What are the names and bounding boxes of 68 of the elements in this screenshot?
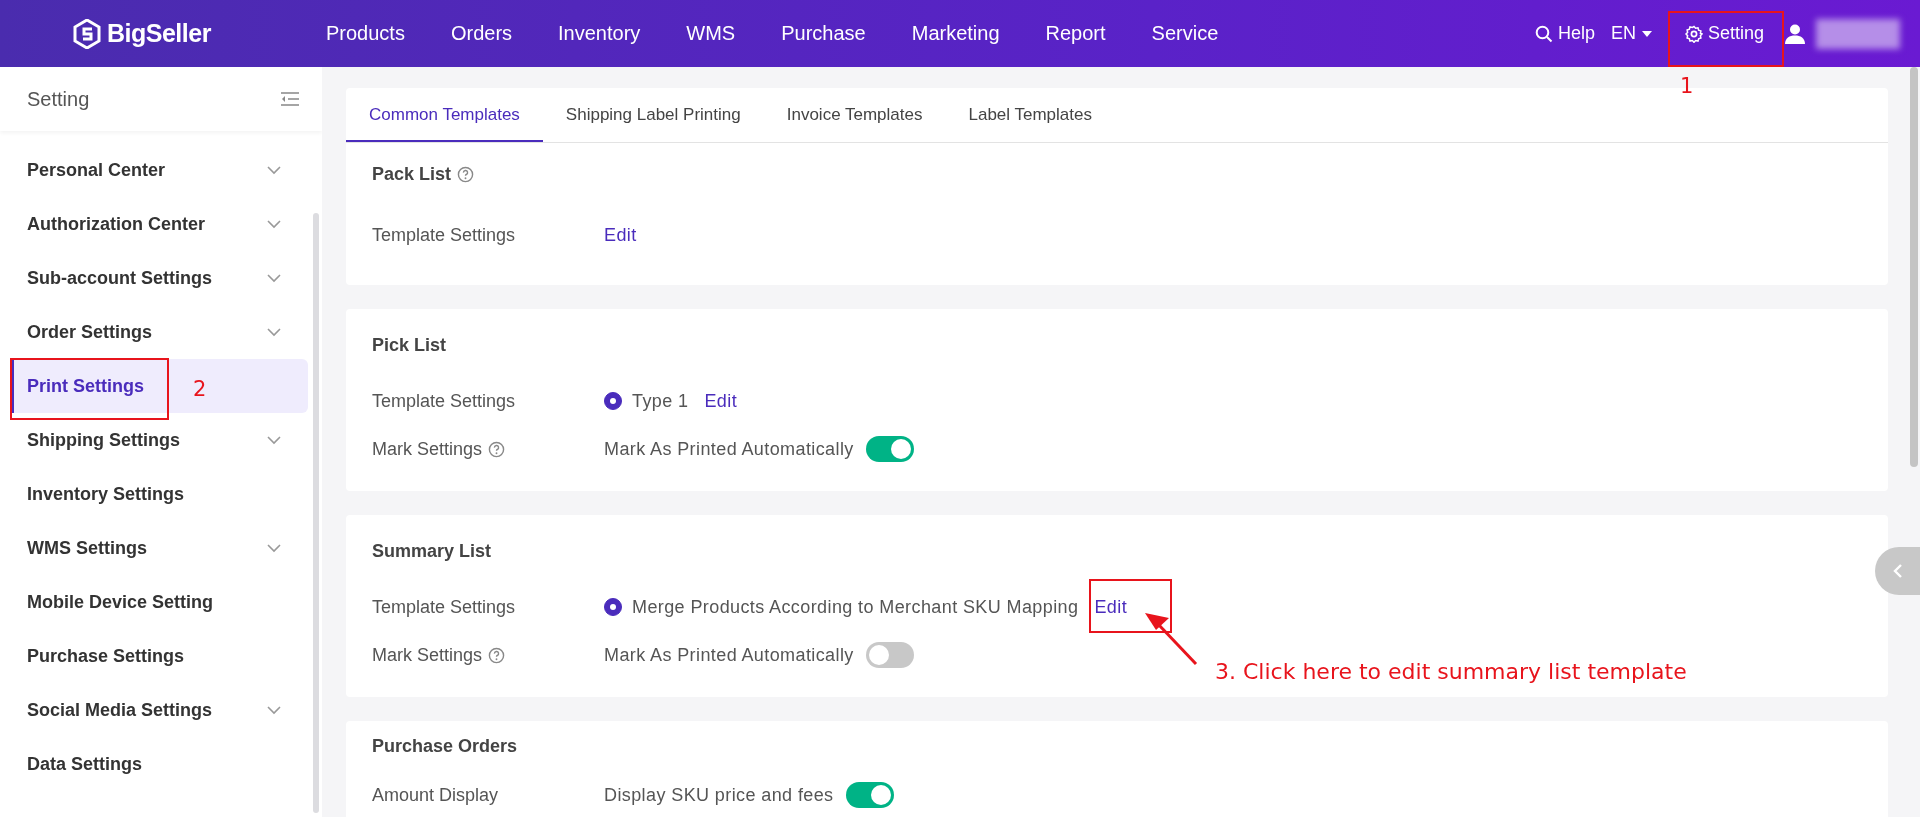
option-label: Type 1 xyxy=(632,390,689,412)
setting-label: Template Settings xyxy=(372,390,516,412)
sidebar-title: Setting xyxy=(27,87,90,111)
option-label: Mark As Printed Automatically xyxy=(604,644,854,666)
tab[interactable]: Common Templates xyxy=(346,88,543,142)
sidebar-item[interactable]: Shipping Settings xyxy=(0,413,308,467)
sidebar-item[interactable]: Social Media Settings xyxy=(0,683,308,737)
toggle-switch[interactable] xyxy=(845,782,894,808)
edit-link[interactable]: Edit xyxy=(704,390,738,412)
side-panel-toggle[interactable] xyxy=(1875,547,1920,595)
sidebar-item[interactable]: Mobile Device Setting xyxy=(0,575,308,629)
setting-label: Amount Display xyxy=(372,784,499,806)
nav-link[interactable]: Products xyxy=(303,22,428,45)
nav-link[interactable]: Orders xyxy=(427,22,536,45)
section-title: Pack List xyxy=(372,163,452,185)
scrollbar[interactable] xyxy=(1910,67,1918,467)
logo-icon xyxy=(73,18,101,49)
user-icon[interactable] xyxy=(1784,22,1806,45)
help-link[interactable]: Help xyxy=(1534,23,1595,44)
setting-link[interactable]: Setting xyxy=(1674,11,1774,56)
sidebar-item[interactable]: Sub-account Settings xyxy=(0,251,308,305)
help-icon[interactable] xyxy=(488,646,506,664)
tab[interactable]: Invoice Templates xyxy=(763,88,946,142)
nav-link[interactable]: WMS xyxy=(663,22,759,45)
edit-link[interactable]: Edit xyxy=(1094,596,1128,618)
tab[interactable]: Label Templates xyxy=(945,88,1115,142)
section-title: Purchase Orders xyxy=(372,735,518,757)
help-icon[interactable] xyxy=(488,440,506,458)
sidebar-item[interactable]: Order Settings xyxy=(0,305,308,359)
option-label: Display SKU price and fees xyxy=(604,784,834,806)
caret-icon xyxy=(1640,29,1653,38)
nav-link[interactable]: Purchase xyxy=(758,22,889,45)
nav-link[interactable]: Service xyxy=(1128,22,1242,45)
collapse-icon[interactable] xyxy=(280,91,300,107)
brand-name[interactable]: BigSeller xyxy=(107,19,211,48)
language-dropdown[interactable]: EN xyxy=(1610,23,1653,44)
settings-icon xyxy=(1684,24,1703,43)
nav-link[interactable]: Marketing xyxy=(888,22,1023,45)
setting-label: Mark Settings xyxy=(372,438,483,460)
section-title: Pick List xyxy=(372,334,447,356)
setting-label: Template Settings xyxy=(372,596,516,618)
nav-link[interactable]: Report xyxy=(1022,22,1129,45)
chevron-left-icon xyxy=(1891,563,1904,579)
scrollbar[interactable] xyxy=(313,213,319,813)
sidebar-item[interactable]: Personal Center xyxy=(0,143,308,197)
sidebar-item[interactable]: Purchase Settings xyxy=(0,629,308,683)
annotation-text: 3. Click here to edit summary list template xyxy=(1215,659,1687,684)
edit-link[interactable]: Edit xyxy=(604,224,637,246)
search-icon xyxy=(1534,24,1553,43)
setting-label: Mark Settings xyxy=(372,644,483,666)
nav-link[interactable]: Inventory xyxy=(535,22,664,45)
toggle-switch[interactable] xyxy=(865,642,914,668)
sidebar-item[interactable]: Inventory Settings xyxy=(0,467,308,521)
toggle-switch[interactable] xyxy=(865,436,914,462)
annotation-arrow xyxy=(1144,612,1198,666)
help-icon[interactable] xyxy=(457,165,475,183)
option-label: Merge Products According to Merchant SKU Mapping xyxy=(632,596,1079,618)
sidebar-item[interactable]: Authorization Center xyxy=(0,197,308,251)
section-title: Summary List xyxy=(372,540,492,562)
sidebar-item[interactable]: WMS Settings xyxy=(0,521,308,575)
setting-label: Template Settings xyxy=(372,224,516,246)
sidebar-item[interactable]: Data Settings xyxy=(0,737,308,791)
radio-button[interactable] xyxy=(604,598,622,616)
tab[interactable]: Shipping Label Printing xyxy=(542,88,764,142)
step-number: 1 xyxy=(1680,74,1694,98)
step-number: 2 xyxy=(193,377,207,401)
radio-button[interactable] xyxy=(604,392,622,410)
option-label: Mark As Printed Automatically xyxy=(604,438,854,460)
